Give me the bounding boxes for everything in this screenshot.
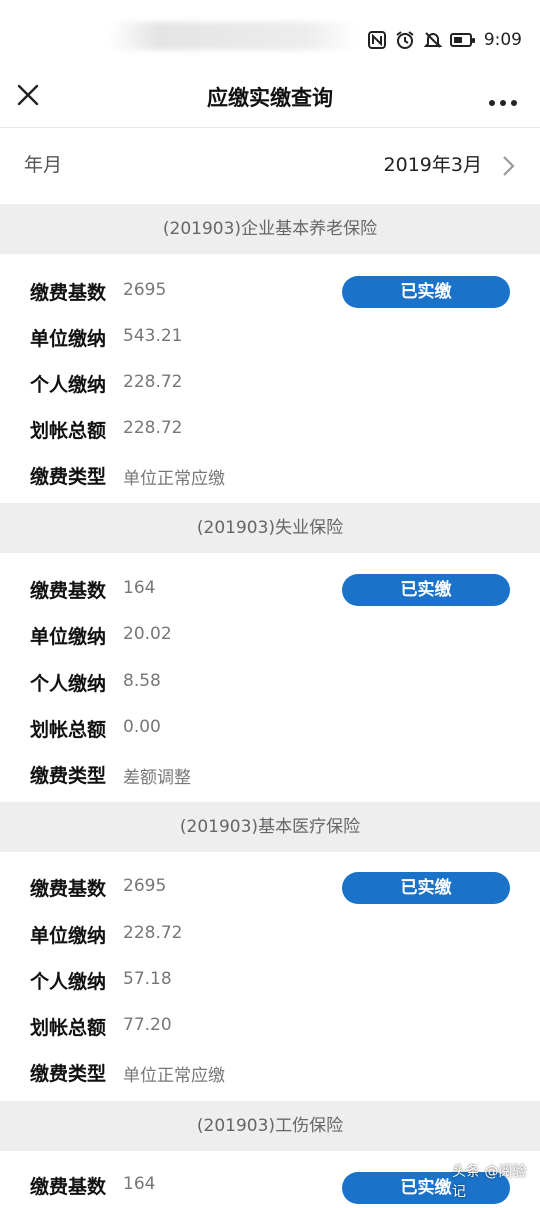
- period-label: 年月: [24, 154, 63, 176]
- field-label: 个人缴纳: [30, 374, 107, 396]
- row-account: 划帐总额 77.20: [0, 1003, 540, 1049]
- row-unit: 单位缴纳 20.02: [0, 612, 540, 658]
- field-value: 164: [123, 578, 156, 598]
- status-badge: 已实缴: [342, 574, 510, 606]
- row-account: 划帐总额 0.00: [0, 705, 540, 751]
- section-header: (201903)失业保险: [0, 503, 540, 553]
- more-icon[interactable]: [488, 92, 518, 106]
- field-label: 缴费类型: [30, 466, 107, 488]
- field-label: 缴费基数: [30, 878, 107, 900]
- row-personal: 个人缴纳 228.72: [0, 360, 540, 406]
- field-value: 单位正常应缴: [123, 469, 225, 489]
- field-value: 228.72: [123, 418, 183, 438]
- status-badge: 已实缴: [342, 276, 510, 308]
- field-value: 543.21: [123, 326, 183, 346]
- nfc-icon: [366, 29, 388, 51]
- field-value: 差额调整: [123, 768, 191, 788]
- field-label: 单位缴纳: [30, 328, 107, 350]
- status-badge: 已实缴: [342, 872, 510, 904]
- battery-icon: [449, 29, 475, 51]
- watermark: 头条 @阅验记: [452, 1164, 540, 1200]
- row-type: 缴费类型 单位正常应缴: [0, 452, 540, 498]
- section-header: (201903)基本医疗保险: [0, 802, 540, 852]
- field-value: 57.18: [123, 969, 172, 989]
- field-label: 划帐总额: [30, 719, 107, 741]
- row-base: 缴费基数 2695 已实缴: [0, 268, 540, 314]
- field-value: 0.00: [123, 717, 161, 737]
- field-label: 划帐总额: [30, 1017, 107, 1039]
- field-label: 单位缴纳: [30, 626, 107, 648]
- section-header: (201903)企业基本养老保险: [0, 204, 540, 254]
- field-value: 228.72: [123, 372, 183, 392]
- field-value: 8.58: [123, 671, 161, 691]
- row-personal: 个人缴纳 57.18: [0, 957, 540, 1003]
- field-label: 单位缴纳: [30, 925, 107, 947]
- row-type: 缴费类型 单位正常应缴: [0, 1049, 540, 1095]
- status-icons: 9:09: [366, 26, 522, 54]
- chevron-right-icon[interactable]: [502, 154, 516, 178]
- row-personal: 个人缴纳 8.58: [0, 659, 540, 705]
- field-label: 缴费基数: [30, 1176, 107, 1198]
- status-bar: 9:09: [0, 0, 540, 72]
- field-value: 单位正常应缴: [123, 1066, 225, 1086]
- page-title: 应缴实缴查询: [207, 86, 333, 110]
- period-value[interactable]: 2019年3月: [384, 150, 482, 177]
- alarm-icon: [394, 29, 416, 51]
- row-unit: 单位缴纳 228.72: [0, 911, 540, 957]
- field-value: 2695: [123, 876, 167, 896]
- field-label: 缴费基数: [30, 282, 107, 304]
- field-value: 20.02: [123, 624, 172, 644]
- row-unit: 单位缴纳 543.21: [0, 314, 540, 360]
- mute-bell-icon: [422, 29, 444, 51]
- field-label: 缴费基数: [30, 580, 107, 602]
- nav-bar: 应缴实缴查询: [0, 72, 540, 128]
- row-base: 缴费基数 2695 已实缴: [0, 864, 540, 910]
- field-value: 164: [123, 1174, 156, 1194]
- field-label: 个人缴纳: [30, 971, 107, 993]
- field-value: 77.20: [123, 1015, 172, 1035]
- field-label: 缴费类型: [30, 765, 107, 787]
- field-value: 228.72: [123, 923, 183, 943]
- row-type: 缴费类型 差额调整: [0, 751, 540, 797]
- field-label: 划帐总额: [30, 420, 107, 442]
- field-value: 2695: [123, 280, 167, 300]
- blurred-notification-area: [108, 22, 358, 50]
- field-label: 缴费类型: [30, 1063, 107, 1085]
- row-base: 缴费基数 164 已实缴: [0, 566, 540, 612]
- watermark-text: 头条 @阅验记: [452, 1164, 527, 1200]
- status-time: 9:09: [483, 30, 522, 50]
- row-account: 划帐总额 228.72: [0, 406, 540, 452]
- field-label: 个人缴纳: [30, 673, 107, 695]
- period-selector[interactable]: 年月 2019年3月: [0, 128, 540, 202]
- section-header: (201903)工伤保险: [0, 1101, 540, 1151]
